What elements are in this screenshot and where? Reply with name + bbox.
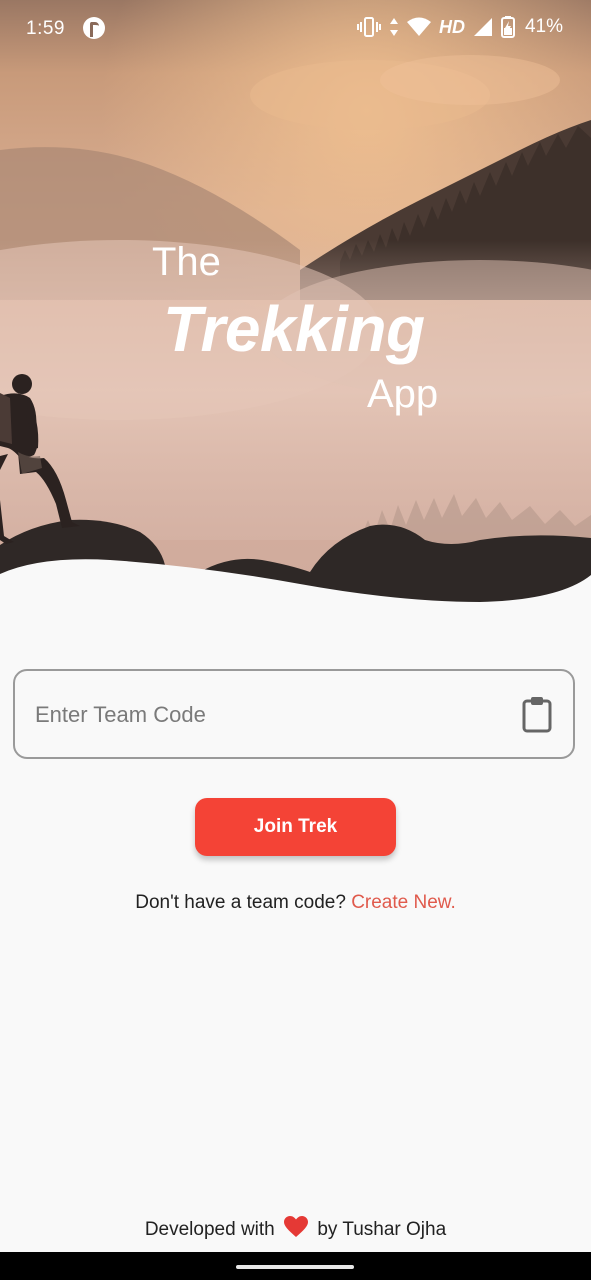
title-app: App — [367, 372, 439, 416]
no-code-text: Don't have a team code? — [135, 892, 346, 913]
credit-prefix: Developed with — [144, 1219, 275, 1240]
vibrate-icon — [356, 17, 381, 37]
battery-percent: 41% — [524, 16, 563, 37]
data-arrows-icon — [389, 18, 398, 36]
battery-icon — [500, 16, 515, 38]
status-bar: 1:59 HD 41% — [0, 0, 591, 58]
title-trekking: Trekking — [163, 293, 425, 365]
team-code-input[interactable] — [33, 671, 507, 759]
home-gesture-handle[interactable] — [236, 1265, 354, 1269]
wifi-icon — [406, 17, 431, 36]
clipboard-icon[interactable] — [521, 695, 553, 733]
status-icons: HD 41% — [356, 16, 563, 38]
join-trek-button[interactable]: Join Trek — [195, 798, 396, 856]
cell-signal-icon — [473, 18, 492, 36]
network-label: HD — [438, 16, 465, 37]
create-team-prompt: Don't have a team code? Create New. — [0, 892, 591, 914]
create-new-link[interactable]: Create New. — [351, 892, 456, 913]
title-the: The — [152, 240, 221, 284]
app-notification-icon — [83, 17, 105, 39]
team-code-field[interactable] — [13, 669, 575, 759]
status-time: 1:59 — [26, 18, 65, 39]
developer-credit: Developed with by Tushar Ojha — [0, 1216, 591, 1241]
credit-suffix: by Tushar Ojha — [317, 1219, 447, 1240]
system-nav-bar — [0, 1252, 591, 1280]
heart-icon — [284, 1216, 309, 1237]
hero-banner: 1:59 HD 41% The Trekking App — [0, 0, 591, 610]
